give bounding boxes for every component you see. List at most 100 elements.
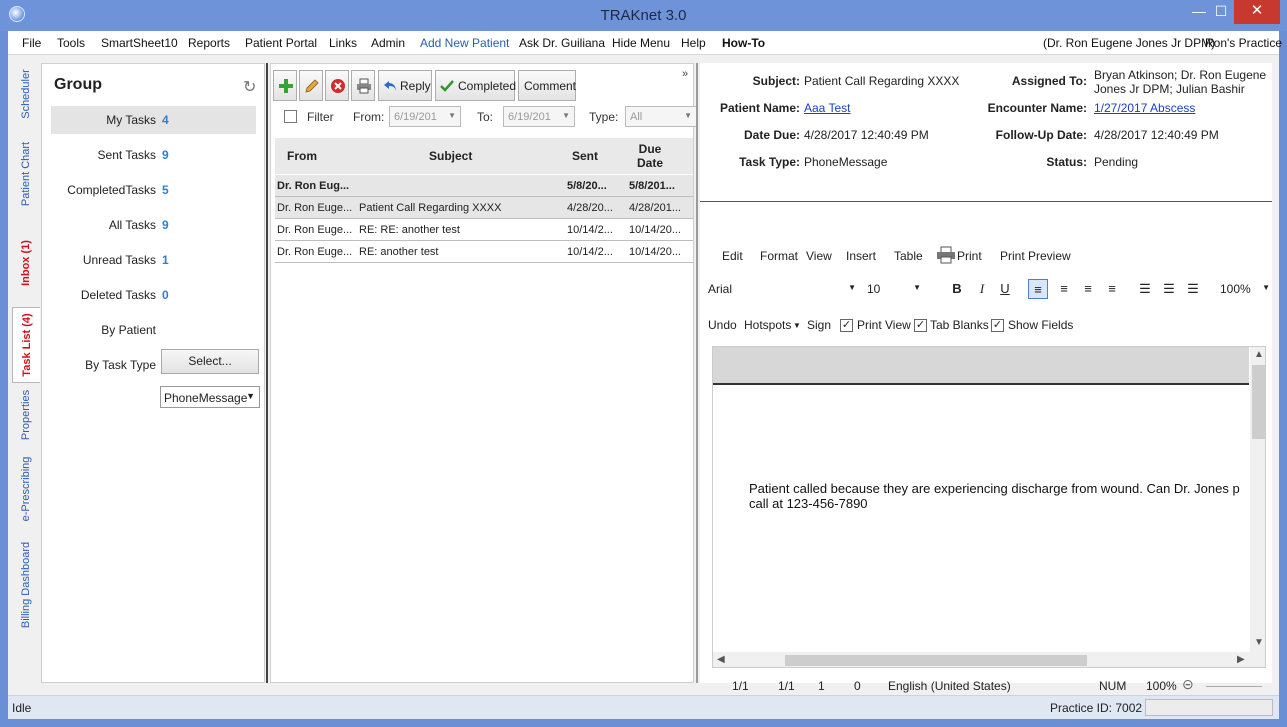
filter-checkbox[interactable] [284, 110, 297, 123]
printer-icon[interactable] [936, 246, 956, 264]
align-right-icon[interactable]: ≡ [1078, 279, 1098, 299]
undo-button[interactable]: Undo [708, 318, 737, 332]
numbered-list-icon[interactable]: ☰ [1159, 279, 1179, 299]
sign-button[interactable]: Sign [807, 318, 831, 332]
hotspots-menu[interactable]: Hotspots [744, 318, 791, 332]
chevron-down-icon: ▼ [448, 111, 456, 120]
editor-menu-format[interactable]: Format [760, 249, 798, 263]
detail-splitter[interactable] [696, 63, 698, 683]
tab-e-prescribing[interactable]: e-Prescribing [12, 451, 40, 527]
delete-icon [331, 79, 345, 93]
table-row[interactable]: Dr. Ron Euge... RE: another test 10/14/2… [275, 241, 693, 263]
font-family-select[interactable]: Arial ▼ [708, 279, 860, 299]
group-my-tasks[interactable]: My Tasks 4 [51, 106, 256, 134]
editor-menu-view[interactable]: View [806, 249, 832, 263]
window-title: TRAKnet 3.0 [600, 7, 687, 24]
column-sent[interactable]: Sent [572, 149, 598, 163]
delete-task-button[interactable] [325, 70, 349, 101]
bullet-list-icon[interactable]: ☰ [1135, 279, 1155, 299]
tab-inbox[interactable]: Inbox (1) [12, 225, 40, 301]
menu-reports[interactable]: Reports [188, 36, 230, 50]
group-completed-tasks[interactable]: CompletedTasks 5 [51, 176, 256, 204]
chevron-up-icon[interactable]: ▲ [1254, 349, 1264, 360]
show-fields-checkbox[interactable]: ✓ [991, 319, 1004, 332]
close-button[interactable]: ✕ [1234, 0, 1280, 24]
editor-menu-insert[interactable]: Insert [846, 249, 876, 263]
completed-button[interactable]: Completed [435, 70, 516, 101]
align-center-icon[interactable]: ≡ [1054, 279, 1074, 299]
from-date-picker[interactable]: 6/19/201 ▼ [389, 106, 461, 127]
chevron-left-icon[interactable]: ◀ [717, 654, 725, 665]
expand-panel-icon[interactable]: » [682, 68, 688, 80]
panel-splitter[interactable] [266, 63, 268, 683]
to-date-picker[interactable]: 6/19/201 ▼ [503, 106, 575, 127]
font-size-select[interactable]: 10 ▼ [867, 279, 925, 299]
column-due-date[interactable]: Due Date [635, 142, 665, 170]
tab-patient-chart[interactable]: Patient Chart [12, 129, 40, 219]
print-view-label: Print View [857, 318, 911, 332]
justify-icon[interactable]: ≡ [1102, 279, 1122, 299]
document-editor[interactable]: Patient called because they are experien… [712, 346, 1266, 668]
menu-ask-dr-guiliana[interactable]: Ask Dr. Guiliana [519, 36, 605, 50]
menu-admin[interactable]: Admin [371, 36, 405, 50]
editor-menu-table[interactable]: Table [894, 249, 923, 263]
menu-hide-menu[interactable]: Hide Menu [612, 36, 670, 50]
table-row[interactable]: Dr. Ron Euge... RE: RE: another test 10/… [275, 219, 693, 241]
follow-up-date-label: Follow-Up Date: [995, 128, 1087, 142]
zoom-out-icon[interactable]: ⊝ [1182, 676, 1194, 693]
menu-how-to[interactable]: How-To [722, 36, 765, 50]
tab-scheduler[interactable]: Scheduler [12, 63, 40, 125]
tab-task-list[interactable]: Task List (4) [12, 307, 40, 383]
refresh-icon[interactable]: ↻ [243, 77, 256, 97]
tab-blanks-checkbox[interactable]: ✓ [914, 319, 927, 332]
print-task-button[interactable] [351, 70, 375, 101]
tab-properties[interactable]: Properties [12, 385, 40, 445]
group-sent-tasks[interactable]: Sent Tasks 9 [51, 141, 256, 169]
italic-icon[interactable]: I [972, 279, 992, 299]
editor-menu-edit[interactable]: Edit [722, 249, 743, 263]
group-unread-tasks[interactable]: Unread Tasks 1 [51, 246, 256, 274]
tab-billing-dashboard[interactable]: Billing Dashboard [12, 535, 40, 635]
plus-icon [279, 79, 293, 93]
multilevel-list-icon[interactable]: ☰ [1183, 279, 1203, 299]
editor-menu-print[interactable]: Print [957, 249, 982, 263]
type-select[interactable]: All ▼ [625, 106, 697, 127]
menu-links[interactable]: Links [329, 36, 357, 50]
editor-menu-print-preview[interactable]: Print Preview [1000, 249, 1071, 263]
table-group-row[interactable]: Dr. Ron Eug... 5/8/20... 5/8/201... [275, 175, 693, 197]
group-all-tasks[interactable]: All Tasks 9 [51, 211, 256, 239]
scroll-thumb[interactable] [785, 655, 1087, 666]
show-fields-label: Show Fields [1008, 318, 1074, 332]
practice-name[interactable]: Ron's Practice [1205, 36, 1282, 50]
menu-patient-portal[interactable]: Patient Portal [245, 36, 317, 50]
reply-button[interactable]: Reply [378, 70, 432, 101]
column-subject[interactable]: Subject [429, 149, 472, 163]
menu-tools[interactable]: Tools [57, 36, 85, 50]
table-row[interactable]: Dr. Ron Euge... Patient Call Regarding X… [275, 197, 693, 219]
chevron-right-icon[interactable]: ▶ [1237, 654, 1245, 665]
underline-icon[interactable]: U [995, 279, 1015, 299]
horizontal-scrollbar[interactable]: ◀ ▶ [713, 652, 1265, 667]
column-from[interactable]: From [287, 149, 317, 163]
patient-name-link[interactable]: Aaa Test [804, 101, 850, 115]
chevron-down-icon[interactable]: ▼ [1254, 637, 1264, 648]
align-left-icon[interactable]: ≡ [1028, 279, 1048, 299]
group-deleted-tasks[interactable]: Deleted Tasks 0 [51, 281, 256, 309]
menu-file[interactable]: File [22, 36, 41, 50]
document-body-text[interactable]: Patient called because they are experien… [749, 481, 1249, 511]
encounter-name-link[interactable]: 1/27/2017 Abscess [1094, 101, 1195, 115]
bold-icon[interactable]: B [947, 279, 967, 299]
comment-button[interactable]: Comment [518, 70, 576, 101]
print-view-checkbox[interactable]: ✓ [840, 319, 853, 332]
task-type-select[interactable]: PhoneMessage ▼ [160, 386, 260, 408]
menu-add-new-patient[interactable]: Add New Patient [420, 36, 509, 50]
zoom-slider[interactable] [1206, 686, 1262, 687]
scroll-thumb[interactable] [1252, 365, 1265, 439]
maximize-button[interactable]: ☐ [1207, 0, 1235, 24]
menu-smartsheet10[interactable]: SmartSheet10 [101, 36, 178, 50]
vertical-scrollbar[interactable]: ▲ ▼ [1250, 347, 1265, 652]
zoom-select[interactable]: 100% ▼ [1218, 279, 1270, 299]
edit-task-button[interactable] [299, 70, 323, 101]
add-task-button[interactable] [273, 70, 297, 101]
menu-help[interactable]: Help [681, 36, 706, 50]
